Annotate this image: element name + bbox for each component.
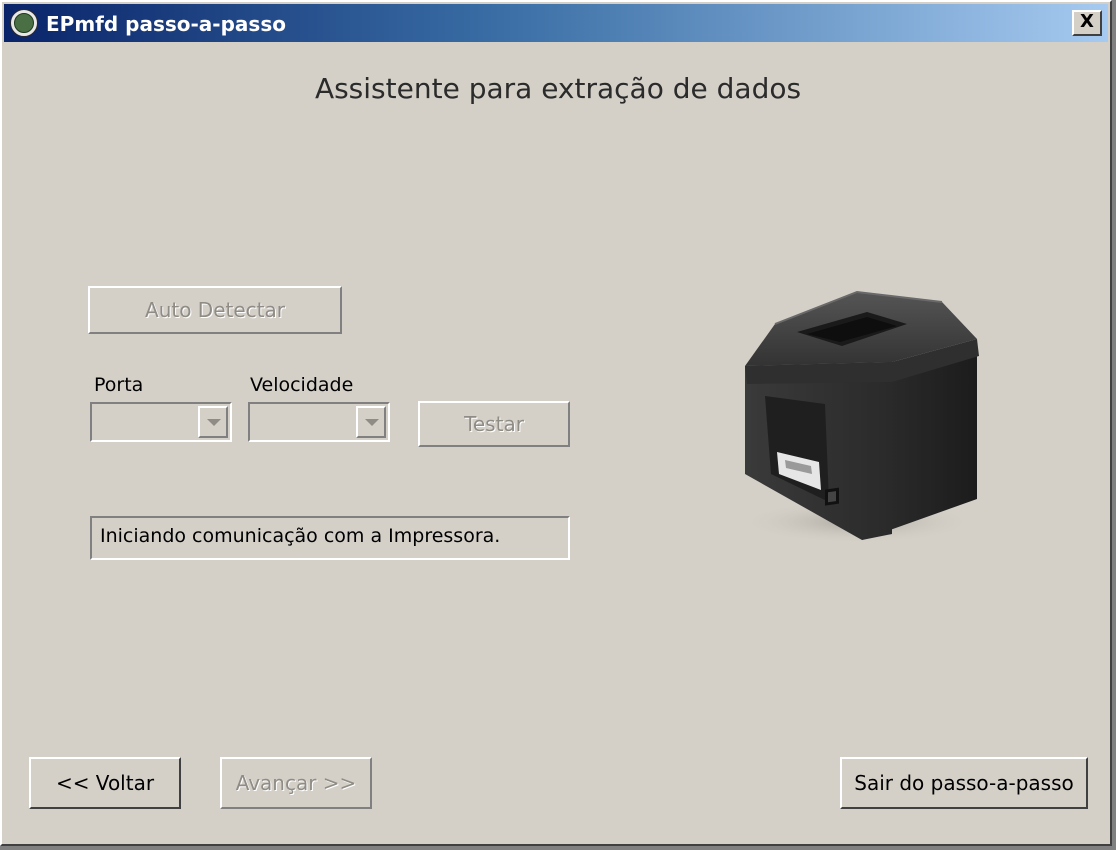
- close-button[interactable]: X: [1072, 10, 1102, 36]
- status-field: Iniciando comunicação com a Impressora.: [90, 516, 570, 560]
- port-label: Porta: [94, 374, 144, 396]
- wizard-window: EPmfd passo-a-passo X Assistente para ex…: [0, 0, 1112, 846]
- app-logo-icon: [10, 9, 38, 37]
- speed-label: Velocidade: [250, 374, 354, 396]
- port-select[interactable]: [90, 402, 232, 442]
- page-title: Assistente para extração de dados: [314, 72, 802, 105]
- test-button[interactable]: Testar: [418, 401, 570, 447]
- speed-select[interactable]: [248, 402, 390, 442]
- close-icon: X: [1080, 11, 1094, 32]
- chevron-down-icon[interactable]: [356, 406, 386, 438]
- printer-icon: [737, 290, 979, 544]
- title-bar[interactable]: EPmfd passo-a-passo X: [4, 4, 1108, 42]
- next-button[interactable]: Avançar >>: [220, 757, 372, 809]
- chevron-down-icon[interactable]: [198, 406, 228, 438]
- back-button[interactable]: << Voltar: [29, 757, 181, 809]
- exit-wizard-button[interactable]: Sair do passo-a-passo: [840, 757, 1088, 809]
- auto-detect-button[interactable]: Auto Detectar: [88, 286, 342, 334]
- window-title: EPmfd passo-a-passo: [46, 12, 286, 36]
